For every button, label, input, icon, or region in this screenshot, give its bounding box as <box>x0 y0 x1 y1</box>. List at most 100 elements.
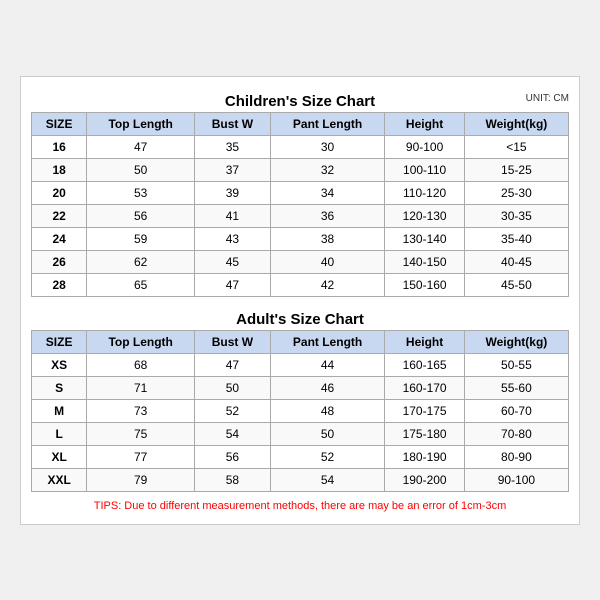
table-cell: 190-200 <box>385 468 464 491</box>
table-cell: 150-160 <box>385 273 464 296</box>
table-row: XXL795854190-20090-100 <box>32 468 569 491</box>
table-cell: 48 <box>270 399 385 422</box>
table-cell: 42 <box>270 273 385 296</box>
table-cell: XXL <box>32 468 87 491</box>
table-cell: 140-150 <box>385 250 464 273</box>
table-cell: 37 <box>195 158 271 181</box>
children-col-weight: Weight(kg) <box>464 112 568 135</box>
table-cell: 120-130 <box>385 204 464 227</box>
tips-text: TIPS: Due to different measurement metho… <box>31 498 569 514</box>
table-cell: 75 <box>87 422 195 445</box>
table-cell: 47 <box>195 273 271 296</box>
table-cell: 90-100 <box>464 468 568 491</box>
table-cell: 160-165 <box>385 353 464 376</box>
table-cell: S <box>32 376 87 399</box>
table-cell: 22 <box>32 204 87 227</box>
table-cell: 180-190 <box>385 445 464 468</box>
table-cell: 30-35 <box>464 204 568 227</box>
table-cell: 56 <box>195 445 271 468</box>
table-cell: 25-30 <box>464 181 568 204</box>
table-cell: M <box>32 399 87 422</box>
table-row: 28654742150-16045-50 <box>32 273 569 296</box>
table-cell: 175-180 <box>385 422 464 445</box>
table-row: M735248170-17560-70 <box>32 399 569 422</box>
adults-table: SIZE Top Length Bust W Pant Length Heigh… <box>31 330 569 492</box>
table-cell: 60-70 <box>464 399 568 422</box>
children-table: SIZE Top Length Bust W Pant Length Heigh… <box>31 112 569 297</box>
table-cell: 56 <box>87 204 195 227</box>
table-cell: 36 <box>270 204 385 227</box>
table-row: XS684744160-16550-55 <box>32 353 569 376</box>
table-cell: XL <box>32 445 87 468</box>
table-cell: 16 <box>32 135 87 158</box>
children-title: Children's Size Chart UNIT: CM <box>31 87 569 112</box>
table-cell: 59 <box>87 227 195 250</box>
adults-col-height: Height <box>385 330 464 353</box>
table-cell: 18 <box>32 158 87 181</box>
table-row: L755450175-18070-80 <box>32 422 569 445</box>
table-cell: 46 <box>270 376 385 399</box>
table-cell: 20 <box>32 181 87 204</box>
table-row: 22564136120-13030-35 <box>32 204 569 227</box>
table-row: 20533934110-12025-30 <box>32 181 569 204</box>
table-cell: L <box>32 422 87 445</box>
adults-title: Adult's Size Chart <box>31 305 569 330</box>
table-cell: 80-90 <box>464 445 568 468</box>
table-cell: 47 <box>195 353 271 376</box>
table-cell: 170-175 <box>385 399 464 422</box>
table-cell: 24 <box>32 227 87 250</box>
table-cell: 40-45 <box>464 250 568 273</box>
table-cell: 38 <box>270 227 385 250</box>
children-col-size: SIZE <box>32 112 87 135</box>
table-cell: 41 <box>195 204 271 227</box>
children-col-bust-w: Bust W <box>195 112 271 135</box>
unit-label: UNIT: CM <box>526 93 569 104</box>
table-cell: 28 <box>32 273 87 296</box>
table-cell: 68 <box>87 353 195 376</box>
table-cell: 54 <box>270 468 385 491</box>
table-cell: 79 <box>87 468 195 491</box>
table-cell: 160-170 <box>385 376 464 399</box>
adults-col-top-length: Top Length <box>87 330 195 353</box>
adults-col-bust-w: Bust W <box>195 330 271 353</box>
table-cell: 43 <box>195 227 271 250</box>
table-cell: 90-100 <box>385 135 464 158</box>
table-cell: 110-120 <box>385 181 464 204</box>
children-col-top-length: Top Length <box>87 112 195 135</box>
adults-header-row: SIZE Top Length Bust W Pant Length Heigh… <box>32 330 569 353</box>
table-cell: 62 <box>87 250 195 273</box>
table-cell: 45 <box>195 250 271 273</box>
chart-container: Children's Size Chart UNIT: CM SIZE Top … <box>20 76 580 525</box>
table-row: 1647353090-100<15 <box>32 135 569 158</box>
table-cell: 52 <box>195 399 271 422</box>
table-cell: 50 <box>195 376 271 399</box>
table-cell: 58 <box>195 468 271 491</box>
table-cell: 44 <box>270 353 385 376</box>
table-cell: 65 <box>87 273 195 296</box>
table-cell: 100-110 <box>385 158 464 181</box>
table-row: S715046160-17055-60 <box>32 376 569 399</box>
adults-col-pant-length: Pant Length <box>270 330 385 353</box>
table-cell: 47 <box>87 135 195 158</box>
table-cell: <15 <box>464 135 568 158</box>
table-cell: 70-80 <box>464 422 568 445</box>
adults-col-size: SIZE <box>32 330 87 353</box>
table-row: XL775652180-19080-90 <box>32 445 569 468</box>
table-cell: 50-55 <box>464 353 568 376</box>
table-cell: 53 <box>87 181 195 204</box>
table-cell: 73 <box>87 399 195 422</box>
adults-title-text: Adult's Size Chart <box>236 311 364 328</box>
table-cell: 32 <box>270 158 385 181</box>
table-cell: 52 <box>270 445 385 468</box>
table-cell: 130-140 <box>385 227 464 250</box>
table-cell: 45-50 <box>464 273 568 296</box>
table-cell: 30 <box>270 135 385 158</box>
table-cell: 55-60 <box>464 376 568 399</box>
table-cell: 35-40 <box>464 227 568 250</box>
children-col-pant-length: Pant Length <box>270 112 385 135</box>
table-cell: 40 <box>270 250 385 273</box>
table-cell: 39 <box>195 181 271 204</box>
table-cell: 71 <box>87 376 195 399</box>
table-row: 26624540140-15040-45 <box>32 250 569 273</box>
table-cell: 35 <box>195 135 271 158</box>
